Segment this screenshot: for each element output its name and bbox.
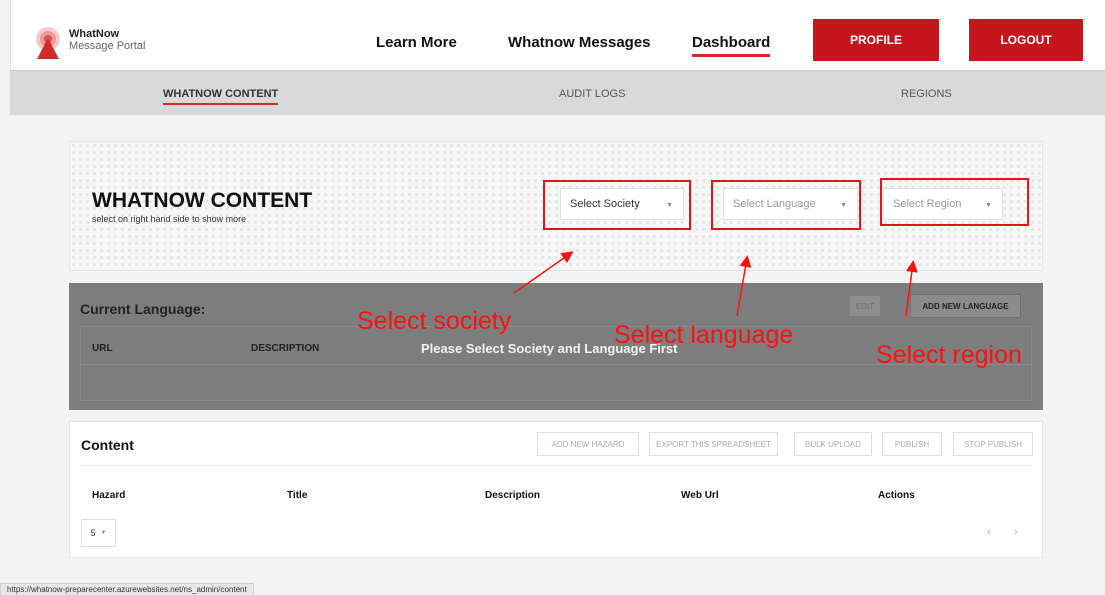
- column-url: URL: [92, 343, 113, 354]
- broadcast-logo-icon[interactable]: [31, 26, 65, 60]
- society-highlight-box: [543, 180, 691, 230]
- annotation-select-region: Select region: [876, 341, 1022, 369]
- current-language-title: Current Language:: [80, 301, 206, 317]
- brand-name[interactable]: WhatNow Message Portal: [69, 28, 145, 52]
- nav-learn-more[interactable]: Learn More: [376, 34, 457, 51]
- top-navbar: WhatNow Message Portal Learn More Whatno…: [10, 0, 1105, 70]
- stop-publish-button[interactable]: STOP PUBLISH: [953, 432, 1033, 456]
- column-hazard[interactable]: Hazard: [92, 490, 125, 501]
- column-title[interactable]: Title: [287, 490, 307, 501]
- content-table-card: Content ADD NEW HAZARD EXPORT THIS SPREA…: [69, 421, 1043, 558]
- annotation-select-society: Select society: [357, 307, 512, 335]
- tab-regions[interactable]: REGIONS: [901, 88, 952, 100]
- publish-button[interactable]: PUBLISH: [882, 432, 942, 456]
- tab-whatnow-content[interactable]: WHATNOW CONTENT: [163, 88, 279, 105]
- content-title: Content: [81, 437, 134, 453]
- column-description[interactable]: Description: [485, 490, 540, 501]
- page-title: WHATNOW CONTENT: [92, 189, 313, 212]
- column-actions: Actions: [878, 490, 915, 501]
- logout-button[interactable]: LOGOUT: [969, 19, 1083, 61]
- annotation-select-language: Select language: [614, 321, 794, 349]
- next-page-icon[interactable]: ›: [1014, 526, 1018, 538]
- nav-dashboard[interactable]: Dashboard: [692, 34, 771, 57]
- edit-button[interactable]: EDIT: [850, 296, 880, 316]
- column-description: DESCRIPTION: [251, 343, 320, 354]
- page-size-select[interactable]: 5 ▼: [81, 519, 116, 547]
- sub-navbar: WHATNOW CONTENT AUDIT LOGS REGIONS: [10, 70, 1105, 115]
- chevron-down-icon: ▼: [100, 530, 107, 536]
- page-subtitle: select on right hand side to show more: [92, 214, 247, 224]
- profile-button[interactable]: PROFILE: [813, 19, 939, 61]
- add-new-language-button[interactable]: ADD NEW LANGUAGE: [910, 294, 1021, 318]
- brand-title: WhatNow: [69, 28, 120, 40]
- region-highlight-box: [880, 178, 1029, 226]
- add-new-hazard-button[interactable]: ADD NEW HAZARD: [537, 432, 639, 456]
- page-size-value: 5: [90, 528, 96, 538]
- column-web-url[interactable]: Web Url: [681, 490, 719, 501]
- bulk-upload-button[interactable]: BULK UPLOAD: [794, 432, 872, 456]
- prev-page-icon[interactable]: ‹: [987, 526, 991, 538]
- content-divider: [81, 465, 1033, 466]
- export-spreadsheet-button[interactable]: EXPORT THIS SPREADSHEET: [649, 432, 778, 456]
- tab-audit-logs[interactable]: AUDIT LOGS: [559, 88, 625, 100]
- language-highlight-box: [711, 180, 861, 230]
- brand-tagline: Message Portal: [69, 40, 146, 52]
- nav-whatnow-messages[interactable]: Whatnow Messages: [508, 34, 651, 51]
- status-bar-url: https://whatnow-preparecenter.azurewebsi…: [0, 583, 254, 595]
